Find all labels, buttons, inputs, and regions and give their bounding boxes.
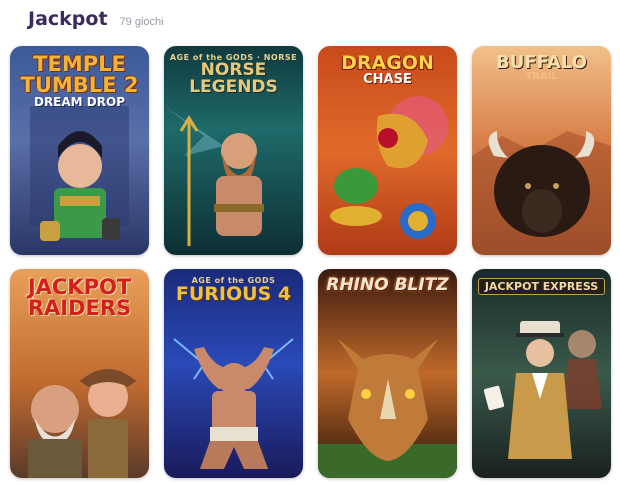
game-title: DRAGON [341,52,434,74]
game-logo: BUFFALO TRAIL [476,54,607,82]
game-artwork [318,339,457,478]
game-grid: TEMPLE TUMBLE 2 DREAM DROP AGE of the GO… [10,46,611,478]
game-card-jackpot-express[interactable]: JACKPOT EXPRESS [472,269,611,478]
game-card-rhino-blitz[interactable]: RHINO BLITZ [318,269,457,478]
game-logo: AGE of the GODS FURIOUS 4 [168,277,299,304]
game-subtitle: CHASE [363,72,412,87]
game-title: JACKPOT EXPRESS [477,278,606,295]
game-artwork [483,321,602,459]
game-logo: TEMPLE TUMBLE 2 DREAM DROP [14,52,145,109]
game-title: JACKPOT RAIDERS [27,275,132,320]
game-logo: JACKPOT RAIDERS [14,277,145,319]
game-logo: AGE of the GODS · NORSE NORSE LEGENDS [169,53,298,97]
game-card-jackpot-raiders[interactable]: JACKPOT RAIDERS [10,269,149,478]
game-card-temple-tumble-2[interactable]: TEMPLE TUMBLE 2 DREAM DROP [10,46,149,255]
game-title: RHINO BLITZ [326,275,449,295]
game-count: 79 giochi [119,16,164,28]
game-logo: JACKPOT EXPRESS [476,277,607,295]
game-subtitle: DREAM DROP [33,95,125,109]
game-title: FURIOUS 4 [175,283,292,305]
game-title: NORSE LEGENDS [189,60,278,97]
game-title: BUFFALO [496,52,587,73]
game-card-buffalo-trail[interactable]: BUFFALO TRAIL [472,46,611,255]
game-logo: RHINO BLITZ [322,277,453,294]
game-title: TEMPLE TUMBLE 2 [20,52,139,97]
game-card-furious-4[interactable]: AGE of the GODS FURIOUS 4 [164,269,303,478]
game-subtitle: TRAIL [525,71,558,82]
game-card-dragon-chase[interactable]: DRAGON CHASE [318,46,457,255]
section-title: Jackpot [28,8,108,30]
game-logo: DRAGON CHASE [322,52,453,87]
game-card-norse-legends[interactable]: AGE of the GODS · NORSE NORSE LEGENDS [164,46,303,255]
section-header: Jackpot 79 giochi [28,8,164,30]
